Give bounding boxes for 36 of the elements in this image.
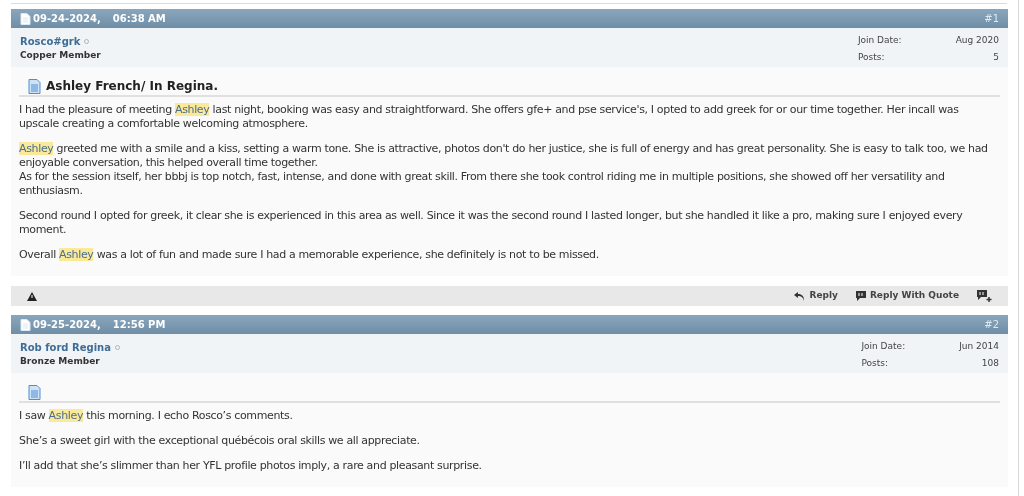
post-paragraph: I had the pleasure of meeting Ashley last night, booking was easy and straightforward. She offers gfe+ and pse service's, I opted to add greek for or our time together. Her incall was upscale creating a comfortable welcoming atmosphere. <box>19 103 960 131</box>
user-rank: Copper Member <box>20 49 101 62</box>
post-date: 09-25-2024, <box>33 318 101 332</box>
post-paragraph: Second round I opted for greek, it clear she is experienced in this area as well. Since it was the second round I lasted longer, but she handled it like a pro, making sure I enjoyed every moment. <box>19 209 964 237</box>
document-icon <box>20 12 31 25</box>
post-paragraph: I saw Ashley this morning. I echo Rosco’s comments. <box>19 409 294 423</box>
stat-label: Join Date: <box>861 340 906 353</box>
user-rank: Bronze Member <box>20 355 101 368</box>
stat-value: 5 <box>992 50 999 64</box>
post-date: 09-24-2024, <box>33 12 101 26</box>
post-title: Ashley French/ In Regina. <box>46 78 218 95</box>
post-paragraph: Ashley greeted me with a smile and a kiss, setting a warm tone. She is attractive, photos don't do her justice, she is full of energy and has great personality. She is easy to talk too, we had enjoyable conversation, this helped overall time together. <box>19 142 989 170</box>
post-paragraph: She’s a sweet girl with the exceptional québécois oral skills we all appreciate. <box>19 434 421 448</box>
reply-arrow-icon <box>794 291 806 301</box>
post-time: 06:38 AM <box>112 12 166 26</box>
speech-bubble-plus-icon <box>977 290 992 302</box>
post-paragraph: Overall Ashley was a lot of fun and made sure I had a memorable experience, she definitely is not to be missed. <box>19 248 600 262</box>
stat-label: Join Date: <box>857 34 902 47</box>
document-icon <box>28 384 41 400</box>
document-icon <box>20 318 31 331</box>
warning-icon[interactable] <box>27 291 37 301</box>
stat-label: Posts: <box>861 356 889 370</box>
reply-button[interactable]: Reply <box>794 289 838 303</box>
post-paragraph: I’ll add that she’s slimmer than her YFL profile photos imply, a rare and pleasant surprise. <box>19 459 483 473</box>
stat-value: Jun 2014 <box>959 340 999 353</box>
reply-with-quote-button[interactable]: Reply With Quote <box>855 289 959 303</box>
stat-label: Posts: <box>857 50 886 64</box>
stat-value: Aug 2020 <box>955 34 999 47</box>
speech-bubble-icon <box>855 291 866 301</box>
username-link[interactable]: Rob ford Regina <box>20 340 111 355</box>
username-link[interactable]: Rosco#grk <box>20 34 81 49</box>
document-icon <box>28 78 41 94</box>
post-time: 12:56 PM <box>112 318 166 332</box>
post-paragraph: As for the session itself, her bbbj is top notch, fast, intense, and done with great skill. From there she took control riding me in multiple positions, she showed off her versatility and enthusiasm. <box>19 170 946 198</box>
stat-value: 108 <box>980 356 999 370</box>
multi-quote-button[interactable] <box>977 290 992 302</box>
